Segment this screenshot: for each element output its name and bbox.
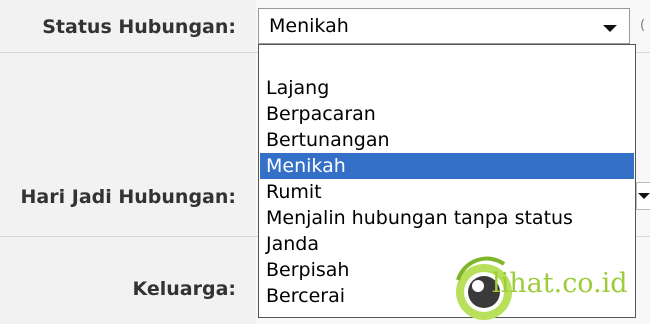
watermark-text: lihat.co.id [492,268,628,299]
dropdown-option[interactable]: Rumit [260,179,634,205]
anniversary-label: Hari Jadi Hubungan: [20,186,236,208]
chevron-down-icon[interactable] [603,25,617,32]
status-select[interactable]: Menikah [258,8,630,44]
dropdown-option[interactable]: Menjalin hubungan tanpa status [260,205,634,231]
family-label: Keluarga: [132,278,236,300]
dropdown-option[interactable]: Menikah [260,153,634,179]
status-trailing-text: ( [640,18,646,33]
label-column [0,0,256,324]
dropdown-option[interactable]: Bertunangan [260,127,634,153]
status-select-value: Menikah [269,15,349,37]
dropdown-option[interactable]: Berpacaran [260,101,634,127]
chevron-down-icon[interactable] [638,193,650,199]
anniversary-select[interactable] [636,182,650,210]
dropdown-option-empty[interactable] [260,45,634,69]
status-label: Status Hubungan: [42,16,236,38]
dropdown-option[interactable]: Lajang [260,75,634,101]
